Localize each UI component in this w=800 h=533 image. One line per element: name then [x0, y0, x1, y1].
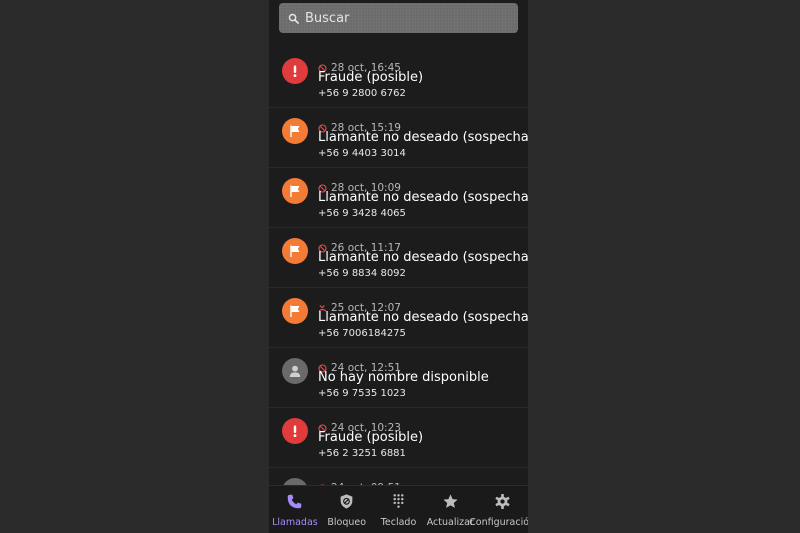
fraud-alert-icon [282, 58, 308, 84]
dialpad-icon [390, 493, 407, 514]
nav-tab-teclado[interactable]: Teclado [373, 486, 425, 533]
caller-name: No hay nombre disponible [318, 370, 489, 385]
call-list: 28 oct, 16:45 Fraude (posible) +56 9 2800 … [269, 48, 528, 528]
spam-flag-icon [282, 298, 308, 324]
nav-tab-bloqueo[interactable]: Bloqueo [321, 486, 373, 533]
call-log-item[interactable]: 26 oct, 11:17 Llamante no deseado (sospec… [269, 228, 528, 288]
nav-tab-llamadas[interactable]: Llamadas [269, 486, 321, 533]
caller-name: Fraude (posible) [318, 70, 424, 85]
search-icon [288, 13, 299, 24]
call-log-item[interactable]: 28 oct, 10:09 Llamante no deseado (sospec… [269, 168, 528, 228]
star-icon [442, 493, 459, 514]
caller-number: +56 9 2800 6762 [318, 88, 406, 99]
shield-icon [338, 493, 355, 514]
caller-number: +56 9 8834 8092 [318, 268, 406, 279]
call-log-item[interactable]: 24 oct, 10:23 Fraude (posible) +56 2 3251 … [269, 408, 528, 468]
bottom-navigation: Llamadas Bloqueo Teclado Actualizar Configur… [269, 485, 528, 533]
call-log-item[interactable]: 28 oct, 16:45 Fraude (posible) +56 9 2800 … [269, 48, 528, 108]
caller-name: Llamante no deseado (sospecha) [318, 130, 528, 145]
caller-number: +56 7006184275 [318, 328, 406, 339]
nav-label: Bloqueo [327, 517, 367, 528]
spam-flag-icon [282, 178, 308, 204]
nav-tab-configuracion[interactable]: Configuración [469, 486, 528, 533]
caller-number: +56 9 3428 4065 [318, 208, 406, 219]
gear-icon [494, 493, 511, 514]
caller-number: +56 9 4403 3014 [318, 148, 406, 159]
call-log-screen: Buscar 28 oct, 16:45 Fraude (posible) +56 … [269, 0, 528, 533]
phone-icon [286, 493, 303, 514]
fraud-alert-icon [282, 418, 308, 444]
caller-name: Llamante no deseado (sospecha) [318, 310, 528, 325]
spam-flag-icon [282, 238, 308, 264]
search-placeholder: Buscar [305, 10, 350, 26]
search-bar[interactable]: Buscar [279, 3, 518, 33]
nav-label: Configuración [469, 517, 528, 528]
nav-label: Actualizar [426, 517, 474, 528]
caller-name: Fraude (posible) [318, 430, 424, 445]
caller-name: Llamante no deseado (sospecha) [318, 250, 528, 265]
spam-flag-icon [282, 118, 308, 144]
call-log-item[interactable]: 24 oct, 12:51 No hay nombre disponible +56… [269, 348, 528, 408]
call-log-item[interactable]: 28 oct, 15:19 Llamante no deseado (sospec… [269, 108, 528, 168]
nav-label: Teclado [380, 517, 417, 528]
nav-label: Llamadas [272, 517, 318, 528]
call-log-item[interactable]: 25 oct, 12:07 Llamante no deseado (sospec… [269, 288, 528, 348]
person-icon [282, 358, 308, 384]
caller-number: +56 2 3251 6881 [318, 448, 406, 459]
caller-name: Llamante no deseado (sospecha) [318, 190, 528, 205]
caller-number: +56 9 7535 1023 [318, 388, 406, 399]
